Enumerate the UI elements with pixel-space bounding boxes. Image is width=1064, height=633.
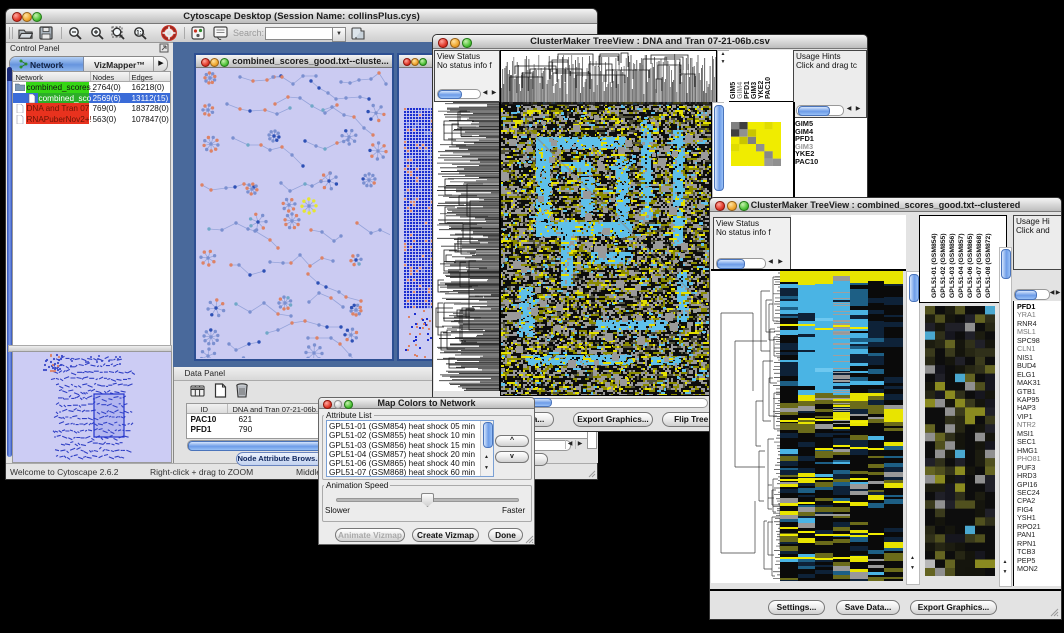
svg-text:1:1: 1:1 <box>136 30 145 36</box>
